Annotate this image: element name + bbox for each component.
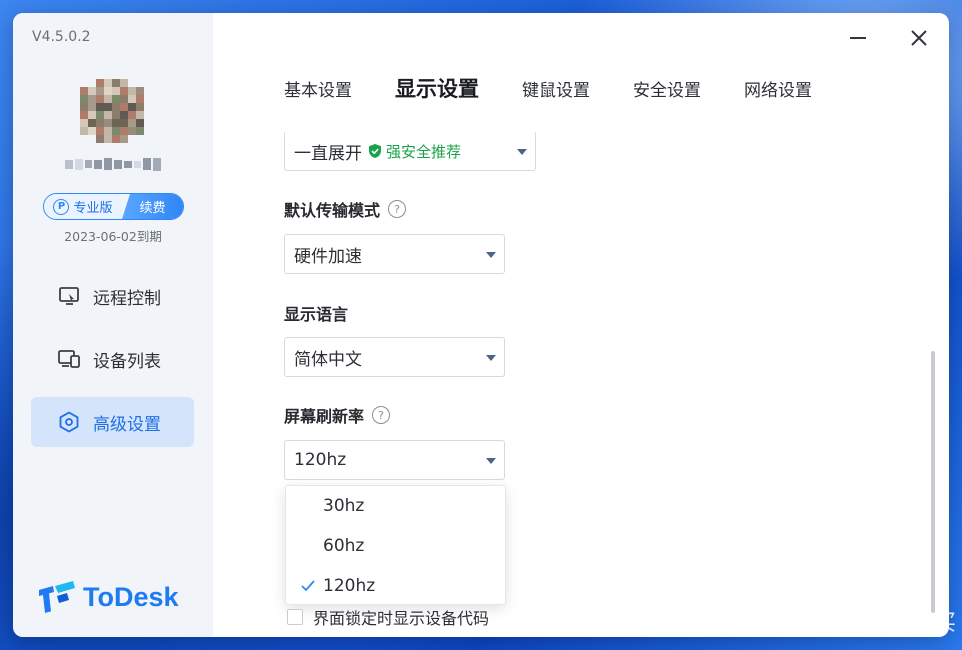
option-label: 60hz bbox=[323, 536, 365, 556]
chevron-down-icon bbox=[486, 458, 496, 464]
p-icon: P bbox=[53, 198, 70, 215]
language-select[interactable]: 简体中文 bbox=[284, 337, 505, 377]
select-value: 120hz bbox=[294, 450, 347, 470]
help-icon[interactable]: ? bbox=[372, 406, 391, 424]
renew-button[interactable]: 续费 bbox=[122, 194, 183, 219]
expand-mode-select[interactable]: 一直展开 强安全推荐 bbox=[284, 131, 536, 171]
option-label: 120hz bbox=[323, 576, 376, 596]
sidebar-item-advanced-settings[interactable]: 高级设置 bbox=[31, 397, 194, 447]
section-title-text: 屏幕刷新率 bbox=[284, 407, 365, 426]
section-title-text: 默认传输模式 bbox=[284, 201, 381, 220]
checkmark-icon bbox=[301, 580, 315, 592]
help-icon[interactable]: ? bbox=[388, 200, 407, 218]
hex-settings-icon bbox=[59, 411, 79, 433]
sidebar-item-remote-control[interactable]: 远程控制 bbox=[31, 271, 194, 321]
watermark-logo-icon bbox=[786, 608, 812, 634]
sidebar: V4.5.0.2 P 专业版 续费 2023-06-02到期 远程控制 设备列表… bbox=[13, 13, 213, 637]
device-list-icon bbox=[58, 350, 80, 368]
scrollbar[interactable] bbox=[931, 351, 935, 613]
shield-check-icon bbox=[369, 144, 381, 158]
version-label: V4.5.0.2 bbox=[32, 29, 91, 45]
minimize-icon bbox=[850, 37, 866, 39]
refresh-rate-title: 屏幕刷新率 ? bbox=[284, 403, 391, 427]
sidebar-item-label: 远程控制 bbox=[93, 288, 161, 309]
plan-name: 专业版 bbox=[73, 201, 113, 216]
dropdown-option-30hz[interactable]: 30hz bbox=[286, 486, 505, 526]
username-redacted bbox=[65, 153, 161, 175]
tab-display[interactable]: 显示设置 bbox=[395, 73, 479, 103]
tab-keyboard-mouse[interactable]: 键鼠设置 bbox=[522, 76, 590, 101]
chevron-down-icon bbox=[486, 252, 496, 258]
todesk-window: V4.5.0.2 P 专业版 续费 2023-06-02到期 远程控制 设备列表… bbox=[13, 13, 949, 637]
plan-badge: P 专业版 续费 bbox=[43, 193, 184, 220]
todesk-logo: ToDesk bbox=[37, 580, 179, 614]
transfer-mode-title: 默认传输模式 ? bbox=[284, 197, 407, 221]
dropdown-option-120hz[interactable]: 120hz bbox=[286, 566, 505, 606]
todesk-logo-icon bbox=[39, 581, 75, 613]
tab-network[interactable]: 网络设置 bbox=[744, 76, 812, 101]
sidebar-item-device-list[interactable]: 设备列表 bbox=[31, 334, 194, 384]
chevron-down-icon bbox=[517, 149, 527, 155]
section-title-text: 显示语言 bbox=[284, 305, 349, 324]
refresh-rate-dropdown: 30hz 60hz 120hz bbox=[285, 485, 506, 605]
avatar[interactable] bbox=[80, 79, 144, 143]
lock-show-code-row[interactable]: 界面锁定时显示设备代码 bbox=[287, 605, 489, 629]
settings-tabs: 基本设置 显示设置 键鼠设置 安全设置 网络设置 bbox=[284, 73, 855, 103]
tab-basic[interactable]: 基本设置 bbox=[284, 76, 352, 101]
sidebar-item-label: 高级设置 bbox=[93, 414, 161, 435]
lock-show-code-checkbox[interactable] bbox=[287, 609, 303, 625]
select-value: 硬件加速 bbox=[294, 246, 362, 267]
checkbox-label: 界面锁定时显示设备代码 bbox=[313, 609, 490, 628]
pro-label: P 专业版 bbox=[44, 194, 122, 219]
close-button[interactable] bbox=[904, 25, 934, 51]
select-value: 一直展开 bbox=[294, 143, 362, 164]
transfer-mode-select[interactable]: 硬件加速 bbox=[284, 234, 505, 274]
refresh-rate-select[interactable]: 120hz bbox=[284, 440, 505, 480]
close-icon bbox=[911, 30, 927, 46]
language-title: 显示语言 bbox=[284, 301, 348, 325]
remote-monitor-icon bbox=[59, 287, 79, 305]
option-label: 30hz bbox=[323, 496, 365, 516]
dropdown-option-60hz[interactable]: 60hz bbox=[286, 526, 505, 566]
tab-security[interactable]: 安全设置 bbox=[633, 76, 701, 101]
safety-tag-text: 强安全推荐 bbox=[386, 142, 462, 161]
watermark-text: 值 什么值得买 bbox=[817, 611, 956, 636]
sidebar-item-label: 设备列表 bbox=[93, 351, 161, 372]
site-watermark: 值 什么值得买 bbox=[785, 605, 956, 637]
chevron-down-icon bbox=[486, 355, 496, 361]
expiry-date: 2023-06-02到期 bbox=[64, 229, 162, 244]
safety-tag: 强安全推荐 bbox=[368, 141, 461, 162]
settings-panel: 基本设置 显示设置 键鼠设置 安全设置 网络设置 一直展开 强安全推荐 默认传输… bbox=[213, 13, 949, 637]
select-value: 简体中文 bbox=[294, 349, 362, 370]
minimize-button[interactable] bbox=[843, 25, 873, 51]
logo-text: ToDesk bbox=[83, 581, 179, 612]
